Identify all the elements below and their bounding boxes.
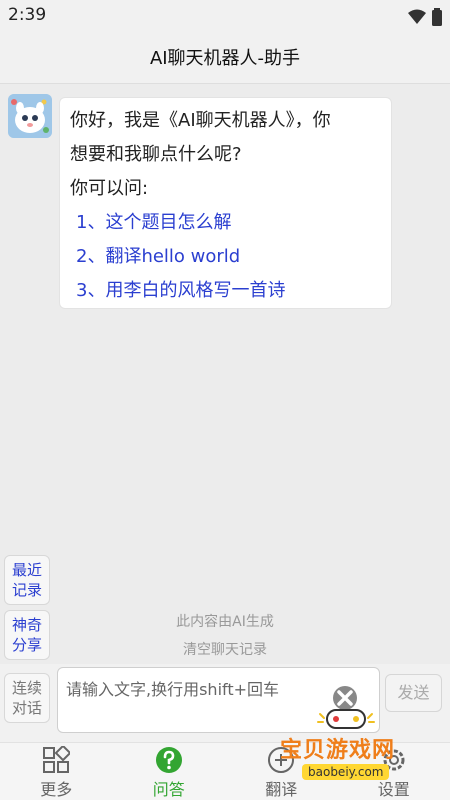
suggestion-link-1[interactable]: 1、这个题目怎么解 [70, 206, 381, 240]
question-icon [155, 747, 182, 773]
suggestion-link-3[interactable]: 3、用李白的风格写一首诗 [70, 274, 381, 308]
message-line: 你好，我是《AI聊天机器人》，你 [70, 110, 331, 131]
clear-history-button[interactable]: 清空聊天记录 [0, 639, 450, 659]
translate-icon [268, 747, 295, 773]
bot-avatar [8, 94, 52, 138]
tab-qa-label: 问答 [152, 780, 185, 799]
message-line: 你可以问: [70, 178, 149, 199]
battery-icon [432, 8, 442, 26]
tab-settings-label: 设置 [377, 780, 410, 799]
status-bar: 2:39 [0, 0, 450, 34]
bot-message-bubble: 你好，我是《AI聊天机器人》，你 想要和我聊点什么呢? 你可以问: 1、这个题目… [59, 97, 392, 309]
input-bar: 连续 对话 发送 [0, 664, 450, 742]
tab-more[interactable]: 更多 [0, 743, 113, 800]
title-bar: AI聊天机器人-助手 [0, 34, 450, 84]
recent-records-label-2: 记录 [11, 581, 42, 599]
tab-translate-label: 翻译 [265, 780, 298, 799]
bottom-tab-bar: 更多 问答 翻译 设置 [0, 742, 450, 800]
tab-more-label: 更多 [40, 780, 73, 799]
tab-settings[interactable]: 设置 [338, 743, 450, 800]
settings-icon [383, 749, 405, 771]
page-title: AI聊天机器人-助手 [149, 48, 301, 69]
suggestion-link-2[interactable]: 2、翻译hello world [70, 240, 381, 274]
tab-qa[interactable]: 问答 [113, 743, 226, 800]
wifi-icon [408, 9, 426, 24]
status-time: 2:39 [8, 5, 47, 25]
message-input[interactable] [57, 667, 380, 733]
ai-generated-note: 此内容由AI生成 [176, 614, 274, 630]
send-button[interactable]: 发送 [385, 674, 442, 712]
recent-records-button[interactable]: 最近 记录 [4, 555, 50, 605]
status-icons [408, 8, 442, 26]
continuous-chat-label-2: 对话 [11, 699, 42, 717]
continuous-chat-label-1: 连续 [11, 679, 42, 697]
chat-area[interactable]: 你好，我是《AI聊天机器人》，你 想要和我聊点什么呢? 你可以问: 1、这个题目… [0, 85, 450, 665]
tab-translate[interactable]: 翻译 [225, 743, 338, 800]
continuous-chat-toggle[interactable]: 连续 对话 [4, 673, 50, 723]
bot-avatar-icon [8, 94, 52, 138]
message-line: 想要和我聊点什么呢? [70, 144, 242, 165]
grid-icon [43, 746, 71, 773]
recent-records-label-1: 最近 [11, 561, 42, 579]
